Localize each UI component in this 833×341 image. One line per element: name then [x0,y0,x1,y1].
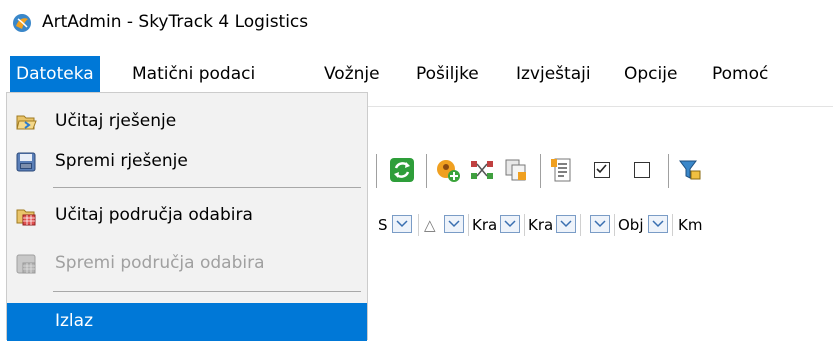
toolbar-separator [376,154,377,188]
menu-item-spremi-podrucja-odabira: Spremi područja odabira [7,245,367,283]
column-filter-dropdown[interactable] [392,215,412,233]
menu-voznje[interactable]: Vožnje [318,56,386,92]
toolbar-divider [368,106,833,107]
menu-posiljke[interactable]: Pošiljke [410,56,485,92]
column-divider [580,214,581,236]
toolbar [368,146,833,194]
column-filter-dropdown[interactable] [648,215,668,233]
save-icon [16,152,36,172]
menu-item-label: Spremi područja odabira [55,253,265,273]
copy-icon[interactable] [502,156,530,184]
column-filter-dropdown[interactable] [556,215,576,233]
menu-opcije[interactable]: Opcije [618,56,683,92]
file-menu-dropdown: Učitaj rješenje Spremi rješenje Učitaj p… [6,92,368,341]
column-divider [672,214,673,236]
menu-item-ucitaj-podrucja-odabira[interactable]: Učitaj područja odabira [7,197,367,235]
menu-item-label: Izlaz [55,311,94,331]
refresh-icon[interactable] [388,156,416,184]
column-header-kra: Kra [472,216,498,234]
menu-item-izlaz[interactable]: Izlaz [7,303,367,341]
title-bar: ArtAdmin - SkyTrack 4 Logistics [0,0,833,44]
artadmin-icon [13,14,31,32]
column-header-s: S [378,216,388,234]
column-divider [524,214,525,236]
column-divider [468,214,469,236]
column-sort-indicator: △ [424,216,436,234]
check-all-icon[interactable] [594,162,610,178]
grid-filter-row: S △ Kra Kra Obj Km [368,212,833,238]
column-header-km: Km [678,216,703,234]
column-filter-dropdown[interactable] [500,215,520,233]
menu-item-label: Spremi rješenje [55,151,188,171]
menu-izvjestaji[interactable]: Izvještaji [510,56,597,92]
menu-datoteka[interactable]: Datoteka [10,56,100,92]
toolbar-separator [426,154,427,188]
menu-pomoc[interactable]: Pomoć [706,56,774,92]
menu-item-spremi-rjesenje[interactable]: Spremi rješenje [7,143,367,181]
menu-separator [53,187,361,188]
save-grid-icon [16,254,36,274]
column-header-obj: Obj [618,216,644,234]
report-icon[interactable] [548,156,576,184]
route-icon[interactable] [468,156,496,184]
column-divider [614,214,615,236]
window-title: ArtAdmin - SkyTrack 4 Logistics [42,12,309,32]
column-header-kra-2: Kra [528,216,554,234]
menu-item-ucitaj-rjesenje[interactable]: Učitaj rješenje [7,103,367,141]
column-filter-dropdown[interactable] [444,215,464,233]
menu-item-label: Učitaj rješenje [55,111,177,131]
toolbar-separator [540,154,541,188]
toolbar-separator [668,154,669,188]
filter-icon[interactable] [676,156,704,184]
uncheck-all-icon[interactable] [634,162,650,178]
folder-open-icon [16,115,37,130]
menu-bar: Datoteka Matični podaci Vožnje Pošiljke … [0,56,833,92]
menu-item-label: Učitaj područja odabira [55,205,253,225]
menu-separator [53,291,361,292]
menu-maticni-podaci[interactable]: Matični podaci [126,56,261,92]
column-filter-dropdown[interactable] [590,215,610,233]
add-icon[interactable] [434,156,462,184]
folder-grid-icon [16,209,36,226]
column-divider [418,214,419,236]
